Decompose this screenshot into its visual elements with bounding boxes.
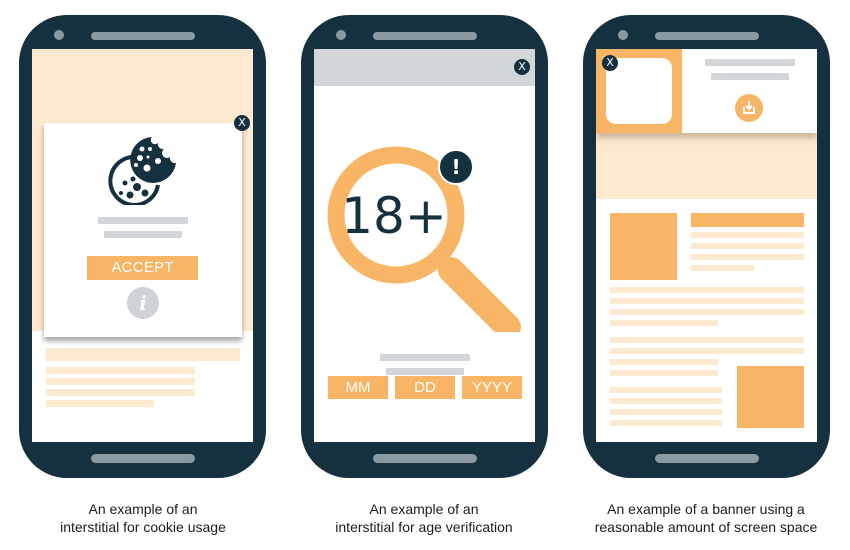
speaker-bar	[373, 32, 477, 40]
app-install-banner: X	[596, 49, 817, 133]
caption-line: An example of an	[88, 501, 198, 517]
top-bar	[314, 49, 535, 86]
phone-screen: X ! 18+ MM DD YYYY	[314, 49, 535, 442]
caption-age-verification: An example of an interstitial for age ve…	[274, 500, 574, 536]
caption-cookie: An example of an interstitial for cookie…	[0, 500, 293, 536]
text-placeholder	[386, 368, 464, 375]
content-placeholder	[610, 337, 804, 343]
year-field[interactable]: YYYY	[462, 376, 522, 399]
content-placeholder	[610, 370, 718, 376]
month-field[interactable]: MM	[328, 376, 388, 399]
close-icon[interactable]: X	[234, 115, 250, 131]
caption-line: reasonable amount of screen space	[594, 519, 818, 535]
content-placeholder	[46, 348, 240, 361]
magnifier-icon: ! 18+	[327, 146, 521, 332]
text-placeholder	[104, 231, 182, 238]
close-icon[interactable]: X	[514, 59, 530, 75]
content-placeholder	[691, 265, 754, 271]
content-placeholder	[610, 348, 804, 354]
content-placeholder	[610, 359, 718, 365]
image-placeholder	[610, 213, 677, 280]
speaker-bar	[655, 32, 759, 40]
speaker-bar	[91, 32, 195, 40]
info-icon[interactable]: i	[127, 287, 159, 319]
phone-age-verification: X ! 18+ MM DD YYYY	[301, 15, 548, 478]
content-placeholder	[46, 400, 154, 407]
cookie-interstitial-modal: ACCEPT i	[44, 123, 242, 337]
camera-dot	[336, 30, 346, 40]
caption-line: interstitial for age verification	[335, 519, 513, 535]
accept-button[interactable]: ACCEPT	[87, 256, 198, 280]
download-icon	[743, 101, 755, 114]
alert-icon: !	[451, 155, 460, 179]
text-placeholder	[98, 217, 188, 224]
content-placeholder	[610, 309, 804, 315]
caption-line: An example of a banner using a	[607, 501, 805, 517]
phone-screen: X	[596, 49, 817, 442]
heading-placeholder	[691, 213, 804, 227]
content-placeholder	[610, 420, 722, 426]
content-placeholder	[610, 409, 722, 415]
home-button	[655, 454, 759, 463]
age-badge-text: 18+	[341, 187, 447, 245]
content-placeholder	[610, 387, 722, 393]
caption-banner: An example of a banner using a reasonabl…	[556, 500, 850, 536]
camera-dot	[618, 30, 628, 40]
home-button	[91, 454, 195, 463]
close-icon[interactable]: X	[602, 55, 618, 71]
content-placeholder	[46, 367, 195, 374]
cookie-icon	[108, 137, 176, 205]
text-placeholder	[380, 354, 470, 361]
download-button[interactable]	[735, 94, 763, 122]
text-placeholder	[705, 59, 795, 66]
content-placeholder	[691, 254, 804, 260]
day-field[interactable]: DD	[395, 376, 455, 399]
caption-line: An example of an	[369, 501, 479, 517]
text-placeholder	[711, 73, 789, 80]
content-placeholder	[610, 298, 804, 304]
home-button	[373, 454, 477, 463]
phone-app-banner: X	[583, 15, 830, 478]
camera-dot	[54, 30, 64, 40]
content-placeholder	[46, 389, 195, 396]
content-placeholder	[46, 378, 195, 385]
content-placeholder	[610, 398, 722, 404]
content-placeholder	[691, 243, 804, 249]
content-placeholder	[691, 232, 804, 238]
content-placeholder	[610, 320, 718, 326]
content-placeholder	[610, 287, 804, 293]
image-placeholder	[737, 366, 804, 428]
phone-cookie-interstitial: ACCEPT i X	[19, 15, 266, 478]
phone-screen: ACCEPT i X	[32, 49, 253, 442]
caption-line: interstitial for cookie usage	[60, 519, 226, 535]
hero-placeholder	[596, 133, 817, 199]
